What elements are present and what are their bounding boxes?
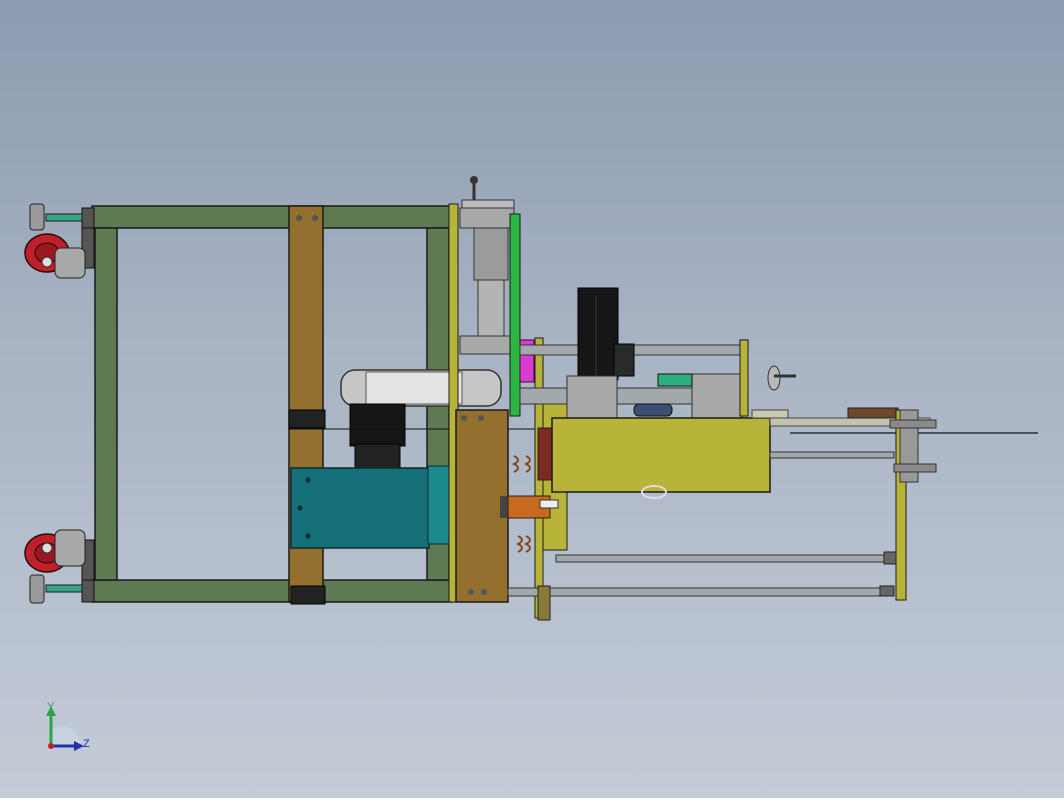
- bolt: [312, 215, 318, 221]
- bolt: [305, 533, 311, 539]
- spring-upper-right: [523, 455, 531, 473]
- caster-bottom: [24, 529, 95, 604]
- leveler-bottom-foot: [29, 574, 45, 604]
- green-rod: [657, 373, 693, 387]
- yellow-housing: [551, 417, 771, 499]
- lower-rod-1: [555, 554, 889, 563]
- right-handle-assembly: [739, 339, 796, 417]
- blue-hub: [633, 403, 673, 417]
- lower-rod-2: [507, 587, 883, 597]
- bearing-block-bottom: [459, 335, 515, 355]
- bearing-block-left: [566, 375, 618, 419]
- teal-motor-body: [290, 467, 430, 549]
- frame-left-post: [94, 227, 118, 581]
- post-clamp-bottom: [290, 585, 326, 605]
- frame-top-beam: [91, 205, 453, 229]
- lower-rod-clamp: [537, 585, 551, 621]
- caster-top-mount: [81, 207, 95, 229]
- caster-bottom-mount: [81, 579, 95, 603]
- bolt: [461, 415, 467, 421]
- bolt: [305, 477, 311, 483]
- spring-lower-left: [515, 535, 523, 553]
- triad-origin: [48, 743, 54, 749]
- bolt: [297, 505, 303, 511]
- lower-rod-end: [883, 551, 897, 565]
- axis-triad: Y Z: [46, 701, 90, 751]
- brake-pad: [537, 427, 553, 481]
- arm-bracket: [847, 407, 899, 419]
- spring-upper-left: [511, 455, 519, 473]
- arm-rod: [769, 451, 895, 459]
- right-clamp-bottom: [893, 463, 937, 473]
- bolt: [296, 215, 302, 221]
- handwheel: [767, 365, 781, 391]
- servo-motor-flange: [613, 343, 635, 377]
- frame-bottom-beam: [91, 579, 453, 603]
- green-panel: [509, 213, 521, 417]
- handle-knob: [470, 176, 478, 184]
- caster-bottom-fork: [54, 529, 86, 567]
- caster-bottom-axle: [41, 542, 53, 554]
- connector-plug: [500, 496, 508, 518]
- arm-base-plate: [751, 409, 789, 419]
- post-clamp-top: [288, 409, 326, 429]
- caster-top-fork: [54, 247, 86, 279]
- vertical-guide-block: [473, 227, 509, 281]
- leveler-top-rod: [45, 213, 83, 222]
- servo-motor: [577, 287, 635, 381]
- servo-motor-body: [577, 287, 619, 381]
- right-arm: [751, 407, 1038, 601]
- brown-block: [455, 409, 509, 603]
- bolt: [468, 589, 474, 595]
- leveler-top-foot: [29, 203, 45, 231]
- caster-top-axle: [41, 256, 53, 268]
- pulley-housing: [340, 369, 502, 407]
- caster-top: [24, 203, 95, 279]
- bearing-block-top: [459, 207, 515, 229]
- right-thin-plate: [739, 339, 749, 417]
- y-axis-label: Y: [47, 701, 55, 713]
- lower-rod-end: [879, 585, 895, 597]
- bolt: [481, 589, 487, 595]
- cad-viewport[interactable]: Y Z: [0, 0, 1064, 798]
- spring-lower-right: [523, 535, 531, 553]
- bearing-block-right: [691, 373, 743, 419]
- black-motor: [349, 403, 406, 469]
- teal-motor: [290, 465, 459, 549]
- cad-drawing: Y Z: [24, 176, 1038, 751]
- black-motor-flange: [354, 443, 401, 469]
- yellow-housing-body: [551, 417, 771, 493]
- pulley-housing-cover: [365, 371, 463, 405]
- coupler-tip: [539, 499, 559, 509]
- black-motor-body: [349, 403, 406, 447]
- right-clamp-top: [889, 419, 937, 429]
- vertical-shaft: [477, 279, 505, 337]
- leveler-bottom-rod: [45, 584, 83, 593]
- z-axis-label: Z: [83, 738, 90, 750]
- bolt: [478, 415, 484, 421]
